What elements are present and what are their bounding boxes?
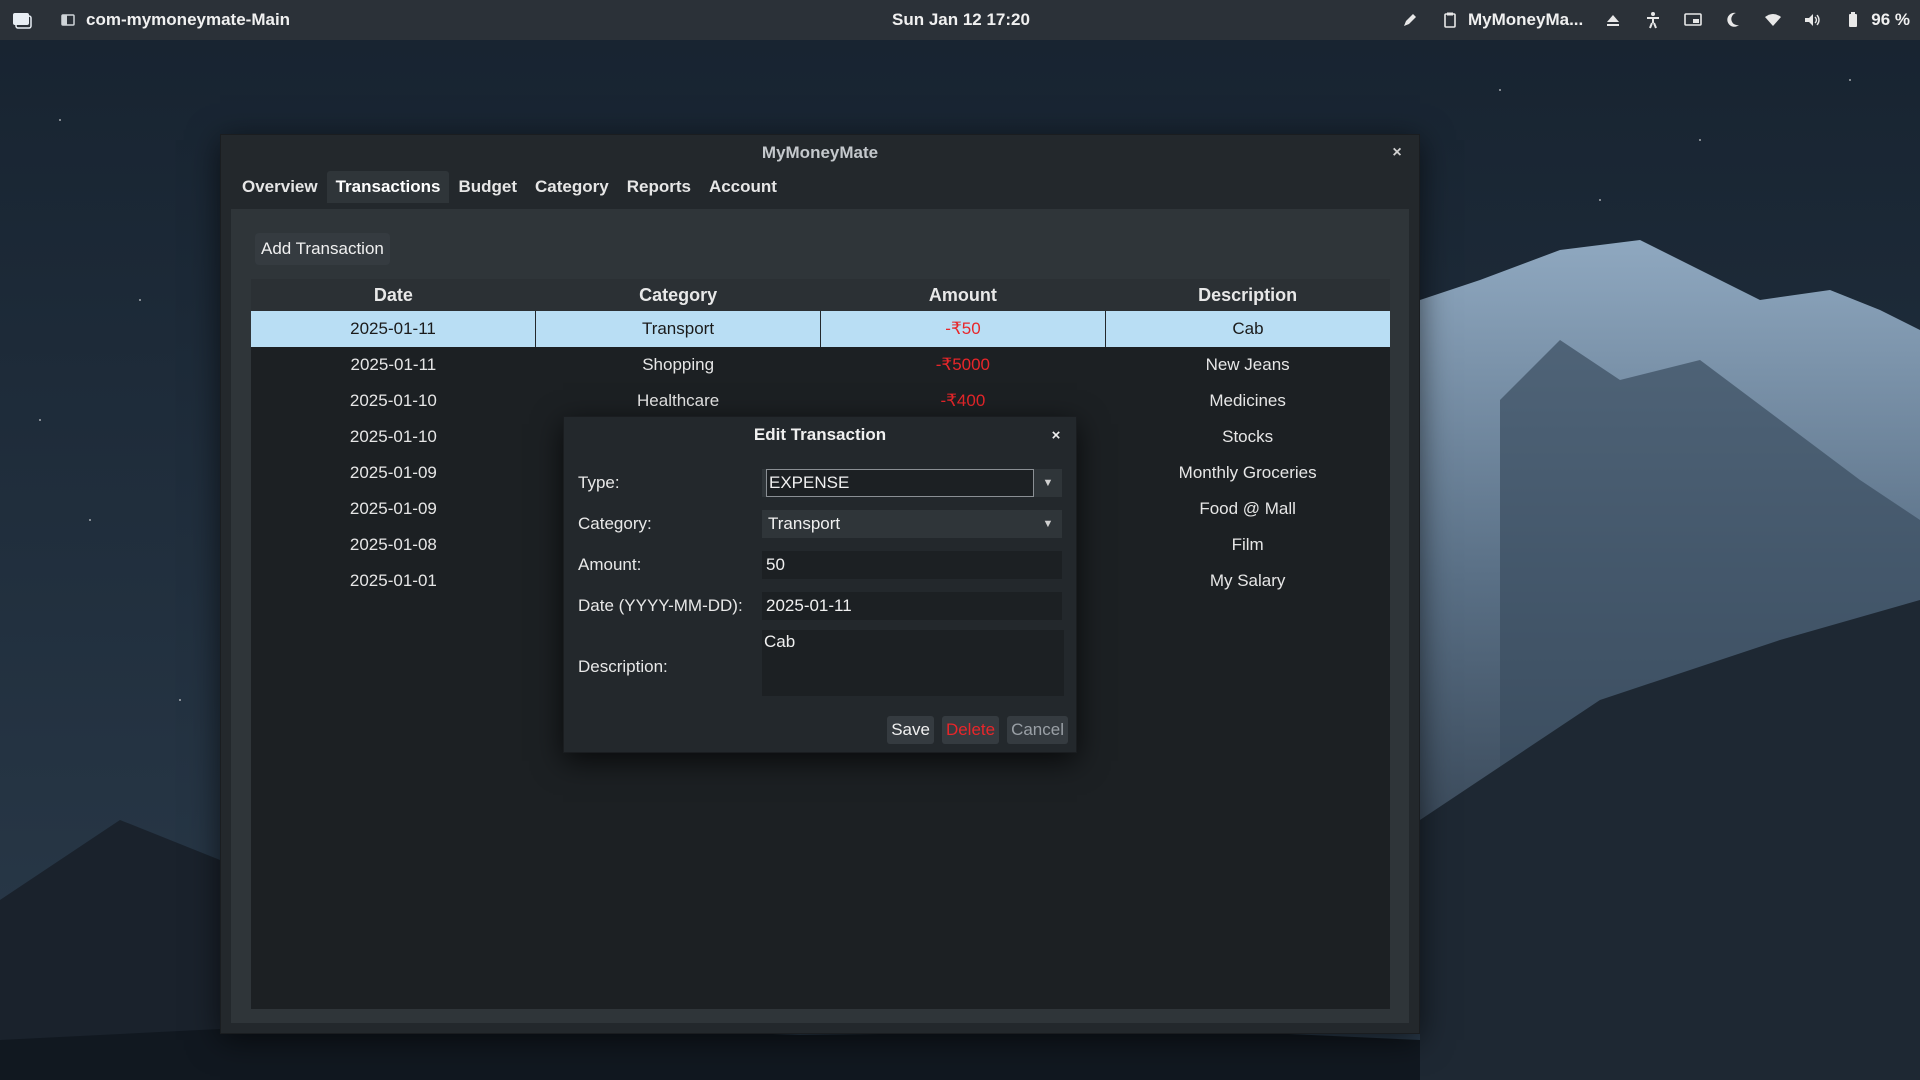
activities-icon[interactable] xyxy=(12,10,32,30)
cell-category: Transport xyxy=(536,311,821,347)
cell-amount: -₹400 xyxy=(940,391,986,410)
chevron-down-icon[interactable]: ▼ xyxy=(1034,510,1062,538)
tab-account[interactable]: Account xyxy=(700,171,786,203)
app-menu-label: com-mymoneymate-Main xyxy=(86,10,291,29)
cancel-button[interactable]: Cancel xyxy=(1007,716,1068,744)
cell-date: 2025-01-01 xyxy=(349,571,437,590)
cell-date: 2025-01-09 xyxy=(349,499,437,518)
cell-description: Monthly Groceries xyxy=(1178,463,1317,482)
close-icon[interactable]: × xyxy=(1387,143,1407,163)
edit-transaction-dialog: Edit Transaction × Type: EXPENSE ▼ Categ… xyxy=(563,416,1077,753)
pen-icon[interactable] xyxy=(1400,10,1420,30)
cell-date: 2025-01-09 xyxy=(349,463,437,482)
tab-bar: Overview Transactions Budget Category Re… xyxy=(221,171,1419,203)
description-label: Description: xyxy=(578,657,668,676)
tab-overview[interactable]: Overview xyxy=(233,171,327,203)
cell-description: New Jeans xyxy=(1205,355,1290,374)
cell-date: 2025-01-10 xyxy=(349,427,437,446)
cell-description: Film xyxy=(1231,535,1264,554)
dialog-title: Edit Transaction xyxy=(753,425,887,444)
table-row[interactable]: 2025-01-11 Transport -₹50 Cab xyxy=(251,311,1390,347)
tab-category[interactable]: Category xyxy=(526,171,618,203)
date-label: Date (YYYY-MM-DD): xyxy=(578,596,743,615)
chevron-down-icon[interactable]: ▼ xyxy=(1034,469,1062,497)
eject-icon[interactable] xyxy=(1603,10,1623,30)
window-title: MyMoneyMate xyxy=(761,143,879,162)
cell-description: Cab xyxy=(1106,311,1390,347)
column-header-description[interactable]: Description xyxy=(1105,279,1390,311)
cell-description: My Salary xyxy=(1209,571,1286,590)
window-indicator[interactable]: MyMoneyMa... xyxy=(1440,10,1583,30)
battery-percentage: 96 % xyxy=(1871,10,1910,29)
screen-share-icon[interactable] xyxy=(1683,10,1703,30)
column-header-date[interactable]: Date xyxy=(251,279,536,311)
type-select[interactable]: EXPENSE ▼ xyxy=(762,469,1062,497)
tab-budget[interactable]: Budget xyxy=(449,171,526,203)
cell-date: 2025-01-10 xyxy=(349,391,437,410)
dialog-buttons: Save Delete Cancel xyxy=(887,716,1068,744)
cell-date: 2025-01-11 xyxy=(350,355,437,374)
wifi-icon[interactable] xyxy=(1763,10,1783,30)
app-icon xyxy=(58,10,78,30)
delete-button[interactable]: Delete xyxy=(941,716,1000,744)
table-row[interactable]: 2025-01-11 Shopping -₹5000 New Jeans xyxy=(251,347,1390,383)
table-row[interactable]: 2025-01-10 Healthcare -₹400 Medicines xyxy=(251,383,1390,419)
amount-field[interactable]: 50 xyxy=(762,551,1062,579)
app-menu[interactable]: com-mymoneymate-Main xyxy=(58,10,290,30)
column-header-amount[interactable]: Amount xyxy=(821,279,1106,311)
save-button[interactable]: Save xyxy=(887,716,934,744)
cell-amount: -₹5000 xyxy=(935,355,991,374)
accessibility-icon[interactable] xyxy=(1643,10,1663,30)
cell-category: Shopping xyxy=(642,355,715,374)
cell-description: Stocks xyxy=(1222,427,1274,446)
category-label: Category: xyxy=(578,514,652,533)
type-select-value: EXPENSE xyxy=(766,469,1034,497)
window-titlebar[interactable]: MyMoneyMate × xyxy=(221,135,1419,171)
night-light-icon[interactable] xyxy=(1723,10,1743,30)
battery-indicator[interactable]: 96 % xyxy=(1843,10,1910,30)
add-transaction-button[interactable]: Add Transaction xyxy=(255,233,390,265)
tab-transactions[interactable]: Transactions xyxy=(326,171,450,203)
date-field[interactable]: 2025-01-11 xyxy=(762,592,1062,620)
description-textarea[interactable]: Cab xyxy=(762,630,1064,696)
volume-icon[interactable] xyxy=(1803,10,1823,30)
table-header: Date Category Amount Description xyxy=(251,279,1390,311)
type-row: Type: EXPENSE ▼ xyxy=(578,469,1062,497)
cell-description: Medicines xyxy=(1209,391,1286,410)
category-select[interactable]: Transport ▼ xyxy=(762,510,1062,538)
cell-category: Healthcare xyxy=(637,391,720,410)
column-header-category[interactable]: Category xyxy=(536,279,821,311)
tab-reports[interactable]: Reports xyxy=(618,171,700,203)
category-row: Category: Transport ▼ xyxy=(578,510,1062,538)
clock[interactable]: Sun Jan 12 17:20 xyxy=(892,0,1030,40)
amount-label: Amount: xyxy=(578,555,642,574)
clipboard-icon xyxy=(1440,10,1460,30)
dialog-titlebar[interactable]: Edit Transaction × xyxy=(564,417,1076,453)
cell-description: Food @ Mall xyxy=(1199,499,1296,518)
type-label: Type: xyxy=(578,473,620,492)
cell-amount: -₹50 xyxy=(821,311,1106,347)
top-bar: com-mymoneymate-Main Sun Jan 12 17:20 My… xyxy=(0,0,1920,40)
cell-date: 2025-01-08 xyxy=(349,535,437,554)
cell-date: 2025-01-11 xyxy=(251,311,536,347)
battery-icon xyxy=(1843,10,1863,30)
close-icon[interactable]: × xyxy=(1046,425,1066,445)
amount-row: Amount: 50 xyxy=(578,551,1062,579)
date-row: Date (YYYY-MM-DD): 2025-01-11 xyxy=(578,592,1062,620)
window-indicator-label: MyMoneyMa... xyxy=(1468,10,1584,29)
category-select-value: Transport xyxy=(768,514,841,533)
